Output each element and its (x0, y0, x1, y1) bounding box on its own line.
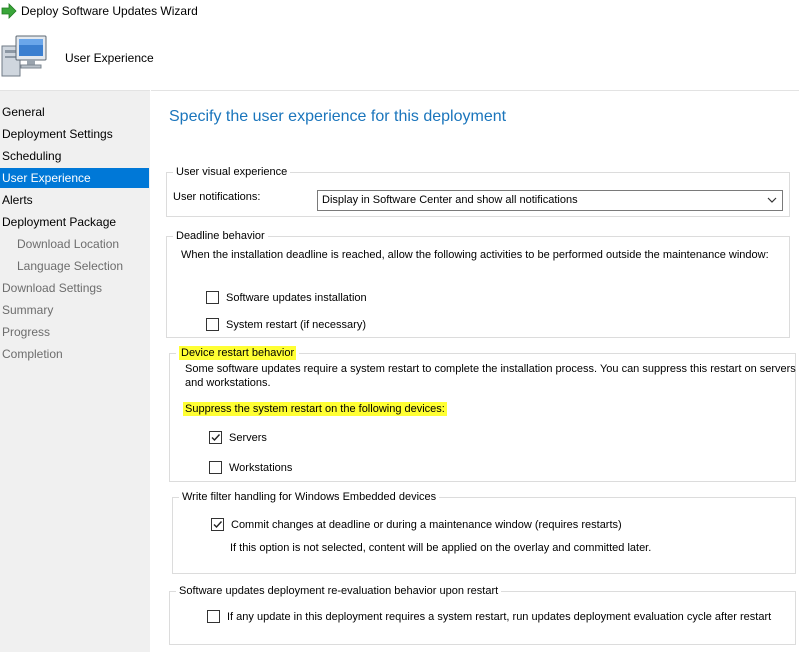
device-restart-behavior-legend: Device restart behavior (176, 346, 300, 360)
device-restart-behavior-group: Device restart behavior Some software up… (169, 346, 796, 482)
reevaluation-label: If any update in this deployment require… (227, 610, 772, 623)
system-restart-checkbox[interactable] (206, 318, 219, 331)
sidebar-item-download-settings[interactable]: Download Settings (0, 278, 149, 298)
computer-icon (1, 35, 47, 77)
user-visual-experience-group: User visual experience User notification… (166, 165, 790, 217)
sidebar-item-deployment-package[interactable]: Deployment Package (0, 212, 149, 232)
software-updates-installation-label: Software updates installation (226, 291, 367, 304)
reevaluation-legend: Software updates deployment re-evaluatio… (176, 584, 502, 598)
workstations-label: Workstations (229, 461, 293, 474)
sidebar-item-deployment-settings[interactable]: Deployment Settings (0, 124, 149, 144)
wizard-arrow-icon (1, 3, 17, 19)
sidebar-item-completion[interactable]: Completion (0, 344, 149, 364)
system-restart-option[interactable]: System restart (if necessary) (206, 318, 366, 331)
chevron-down-icon (767, 197, 777, 203)
checkmark-icon (211, 434, 221, 442)
content-heading: Specify the user experience for this dep… (169, 108, 507, 125)
sidebar-item-alerts[interactable]: Alerts (0, 190, 149, 210)
user-visual-experience-legend: User visual experience (173, 165, 291, 179)
servers-checkbox[interactable] (209, 431, 222, 444)
wizard-header: User Experience (0, 22, 799, 90)
sidebar-item-scheduling[interactable]: Scheduling (0, 146, 149, 166)
user-notifications-label: User notifications: (173, 191, 261, 203)
reevaluation-checkbox[interactable] (207, 610, 220, 623)
workstations-checkbox[interactable] (209, 461, 222, 474)
reevaluation-group: Software updates deployment re-evaluatio… (169, 584, 796, 645)
sidebar-item-user-experience[interactable]: User Experience (0, 168, 149, 188)
user-notifications-dropdown[interactable]: Display in Software Center and show all … (317, 190, 783, 211)
software-updates-installation-option[interactable]: Software updates installation (206, 291, 367, 304)
sidebar-item-language-selection[interactable]: Language Selection (0, 256, 149, 276)
deadline-description: When the installation deadline is reache… (181, 249, 769, 261)
commit-changes-label: Commit changes at deadline or during a m… (231, 518, 622, 531)
deadline-behavior-group: Deadline behavior When the installation … (166, 229, 790, 338)
title-bar: Deploy Software Updates Wizard (0, 0, 799, 22)
system-restart-label: System restart (if necessary) (226, 318, 366, 331)
servers-label: Servers (229, 431, 267, 444)
write-filter-group: Write filter handling for Windows Embedd… (172, 490, 796, 574)
commit-changes-option[interactable]: Commit changes at deadline or during a m… (211, 518, 622, 531)
deadline-behavior-legend: Deadline behavior (173, 229, 268, 243)
wizard-sidebar: General Deployment Settings Scheduling U… (0, 90, 150, 652)
commit-changes-checkbox[interactable] (211, 518, 224, 531)
sidebar-item-progress[interactable]: Progress (0, 322, 149, 342)
sidebar-item-general[interactable]: General (0, 102, 149, 122)
suppress-restart-label: Suppress the system restart on the follo… (183, 402, 447, 416)
write-filter-legend: Write filter handling for Windows Embedd… (179, 490, 440, 504)
software-updates-installation-checkbox[interactable] (206, 291, 219, 304)
wizard-content: Specify the user experience for this dep… (151, 90, 799, 652)
restart-description-line2: and workstations. (185, 377, 271, 389)
restart-description-line1: Some software updates require a system r… (185, 363, 796, 375)
page-title: User Experience (65, 51, 154, 65)
sidebar-item-download-location[interactable]: Download Location (0, 234, 149, 254)
servers-option[interactable]: Servers (209, 431, 267, 444)
checkmark-icon (213, 521, 223, 529)
sidebar-item-summary[interactable]: Summary (0, 300, 149, 320)
workstations-option[interactable]: Workstations (209, 461, 292, 474)
user-notifications-value: Display in Software Center and show all … (322, 194, 578, 206)
reevaluation-option[interactable]: If any update in this deployment require… (207, 610, 771, 623)
write-filter-note: If this option is not selected, content … (230, 542, 652, 554)
window-title: Deploy Software Updates Wizard (21, 4, 198, 18)
